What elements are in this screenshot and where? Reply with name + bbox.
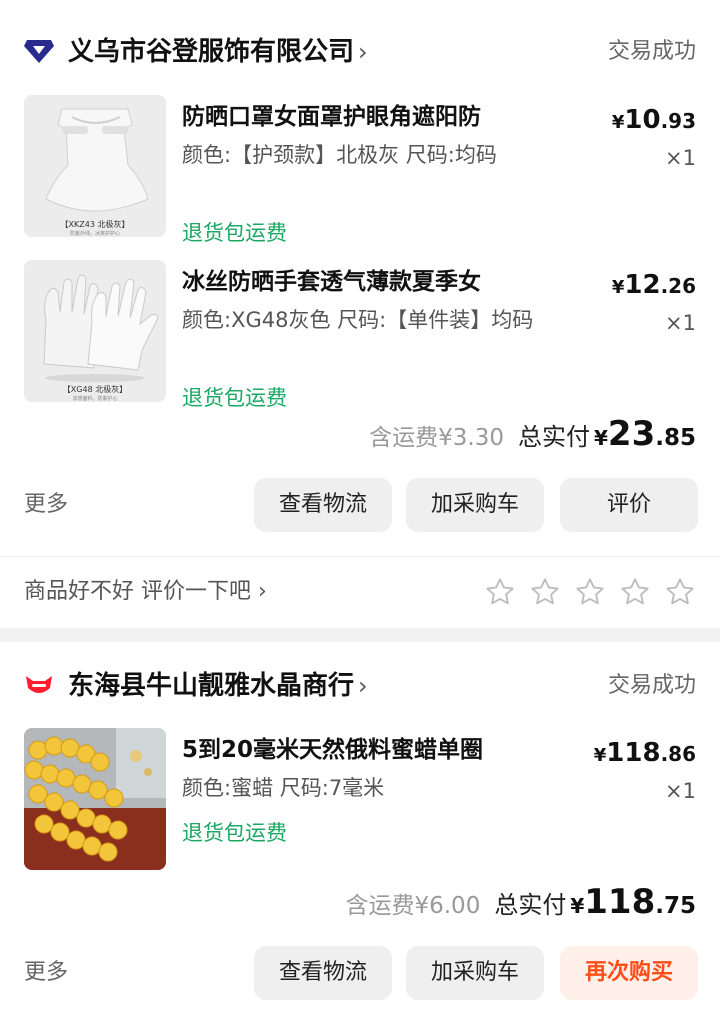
return-shipping-tag: 退货包运费 bbox=[182, 821, 287, 845]
product-thumbnail[interactable]: 【XG48 北极灰】 凉感面料，防紫护心 bbox=[24, 260, 166, 402]
product-quantity: ×1 bbox=[665, 311, 696, 335]
thumb-subcaption: 防紫外线，冰爽护护心 bbox=[70, 230, 120, 237]
thumb-caption: 【XKZ43 北极灰】 bbox=[61, 219, 130, 229]
product-spec: 颜色:【护颈款】北极灰 尺码:均码 bbox=[182, 143, 497, 167]
product-price: ¥12.26 bbox=[611, 270, 696, 300]
shipping-fee: 含运费¥6.00 bbox=[345, 893, 481, 919]
total-label: 总实付 bbox=[494, 891, 567, 919]
product-spec: 颜色:XG48灰色 尺码:【单件装】均码 bbox=[182, 308, 534, 332]
order-total: 含运费¥6.00 总实付 ¥ 118 .75 bbox=[345, 882, 696, 924]
order-card: 东海县牛山靓雅水晶商行 › 交易成功 5到20毫米天然俄料蜜蜡单圈 颜色:蜜蜡 尺… bbox=[0, 642, 720, 1030]
divider bbox=[0, 556, 720, 557]
chevron-right-icon: › bbox=[358, 672, 368, 700]
order-actions: 更多 查看物流 加采购车 再次购买 bbox=[24, 946, 698, 1000]
total-amount-int: 118 bbox=[584, 882, 656, 922]
return-shipping-tag: 退货包运费 bbox=[182, 221, 287, 245]
product-quantity: ×1 bbox=[665, 779, 696, 803]
buy-again-button[interactable]: 再次购买 bbox=[560, 946, 698, 1000]
chevron-right-icon: › bbox=[358, 38, 368, 66]
shop-name[interactable]: 义乌市谷登服饰有限公司 › bbox=[68, 32, 368, 72]
thumb-caption: 【XG48 北极灰】 bbox=[63, 384, 127, 394]
total-amount-dec: .75 bbox=[655, 893, 696, 919]
tmall-diamond-icon bbox=[24, 40, 54, 63]
order-card: 义乌市谷登服饰有限公司 › 交易成功 【XKZ43 北极灰】 防紫外线，冰爽护护心… bbox=[0, 0, 720, 628]
total-amount-int: 23 bbox=[607, 414, 656, 454]
more-button[interactable]: 更多 bbox=[24, 946, 68, 1000]
star-icon[interactable] bbox=[484, 576, 516, 608]
total-currency: ¥ bbox=[570, 894, 585, 918]
order-item[interactable]: 【XG48 北极灰】 凉感面料，防紫护心 冰丝防晒手套透气薄款夏季女 颜色:XG… bbox=[24, 260, 696, 410]
product-price: ¥10.93 bbox=[611, 105, 696, 135]
shipping-fee: 含运费¥3.30 bbox=[369, 425, 504, 451]
thumb-subcaption: 凉感面料，防紫护心 bbox=[72, 395, 117, 402]
product-title[interactable]: 5到20毫米天然俄料蜜蜡单圈 bbox=[182, 730, 552, 770]
product-thumbnail[interactable] bbox=[24, 728, 166, 870]
more-button[interactable]: 更多 bbox=[24, 478, 68, 532]
review-prompt-row: 商品好不好 评价一下吧 › bbox=[24, 566, 696, 618]
total-currency: ¥ bbox=[594, 426, 608, 450]
total-label: 总实付 bbox=[518, 423, 590, 451]
shop-header[interactable]: 东海县牛山靓雅水晶商行 › 交易成功 bbox=[24, 666, 696, 706]
shop-name[interactable]: 东海县牛山靓雅水晶商行 › bbox=[68, 666, 368, 706]
return-shipping-tag: 退货包运费 bbox=[182, 386, 287, 410]
star-rating[interactable] bbox=[471, 576, 696, 608]
order-item[interactable]: 5到20毫米天然俄料蜜蜡单圈 颜色:蜜蜡 尺码:7毫米 退货包运费 ¥118.8… bbox=[24, 728, 696, 878]
star-icon[interactable] bbox=[529, 576, 561, 608]
total-amount-dec: .85 bbox=[655, 425, 696, 451]
star-icon[interactable] bbox=[574, 576, 606, 608]
product-quantity: ×1 bbox=[665, 146, 696, 170]
product-price: ¥118.86 bbox=[593, 738, 696, 768]
view-logistics-button[interactable]: 查看物流 bbox=[254, 946, 392, 1000]
order-item[interactable]: 【XKZ43 北极灰】 防紫外线，冰爽护护心 防晒口罩女面罩护眼角遮阳防 颜色:… bbox=[24, 95, 696, 245]
order-actions: 更多 查看物流 加采购车 评价 bbox=[24, 478, 698, 532]
add-to-cart-button[interactable]: 加采购车 bbox=[406, 478, 544, 532]
shop-header[interactable]: 义乌市谷登服饰有限公司 › 交易成功 bbox=[24, 32, 696, 72]
star-icon[interactable] bbox=[664, 576, 696, 608]
product-title[interactable]: 防晒口罩女面罩护眼角遮阳防 bbox=[182, 97, 552, 137]
tmall-cat-icon bbox=[26, 676, 52, 693]
view-logistics-button[interactable]: 查看物流 bbox=[254, 478, 392, 532]
product-spec: 颜色:蜜蜡 尺码:7毫米 bbox=[182, 776, 385, 800]
order-status: 交易成功 bbox=[607, 673, 696, 698]
order-status: 交易成功 bbox=[607, 39, 696, 64]
review-button[interactable]: 评价 bbox=[560, 478, 698, 532]
order-total: 含运费¥3.30 总实付 ¥ 23 .85 bbox=[369, 414, 696, 456]
add-to-cart-button[interactable]: 加采购车 bbox=[406, 946, 544, 1000]
product-thumbnail[interactable]: 【XKZ43 北极灰】 防紫外线，冰爽护护心 bbox=[24, 95, 166, 237]
star-icon[interactable] bbox=[619, 576, 651, 608]
product-title[interactable]: 冰丝防晒手套透气薄款夏季女 bbox=[182, 262, 552, 302]
review-prompt[interactable]: 商品好不好 评价一下吧 › bbox=[24, 566, 267, 618]
